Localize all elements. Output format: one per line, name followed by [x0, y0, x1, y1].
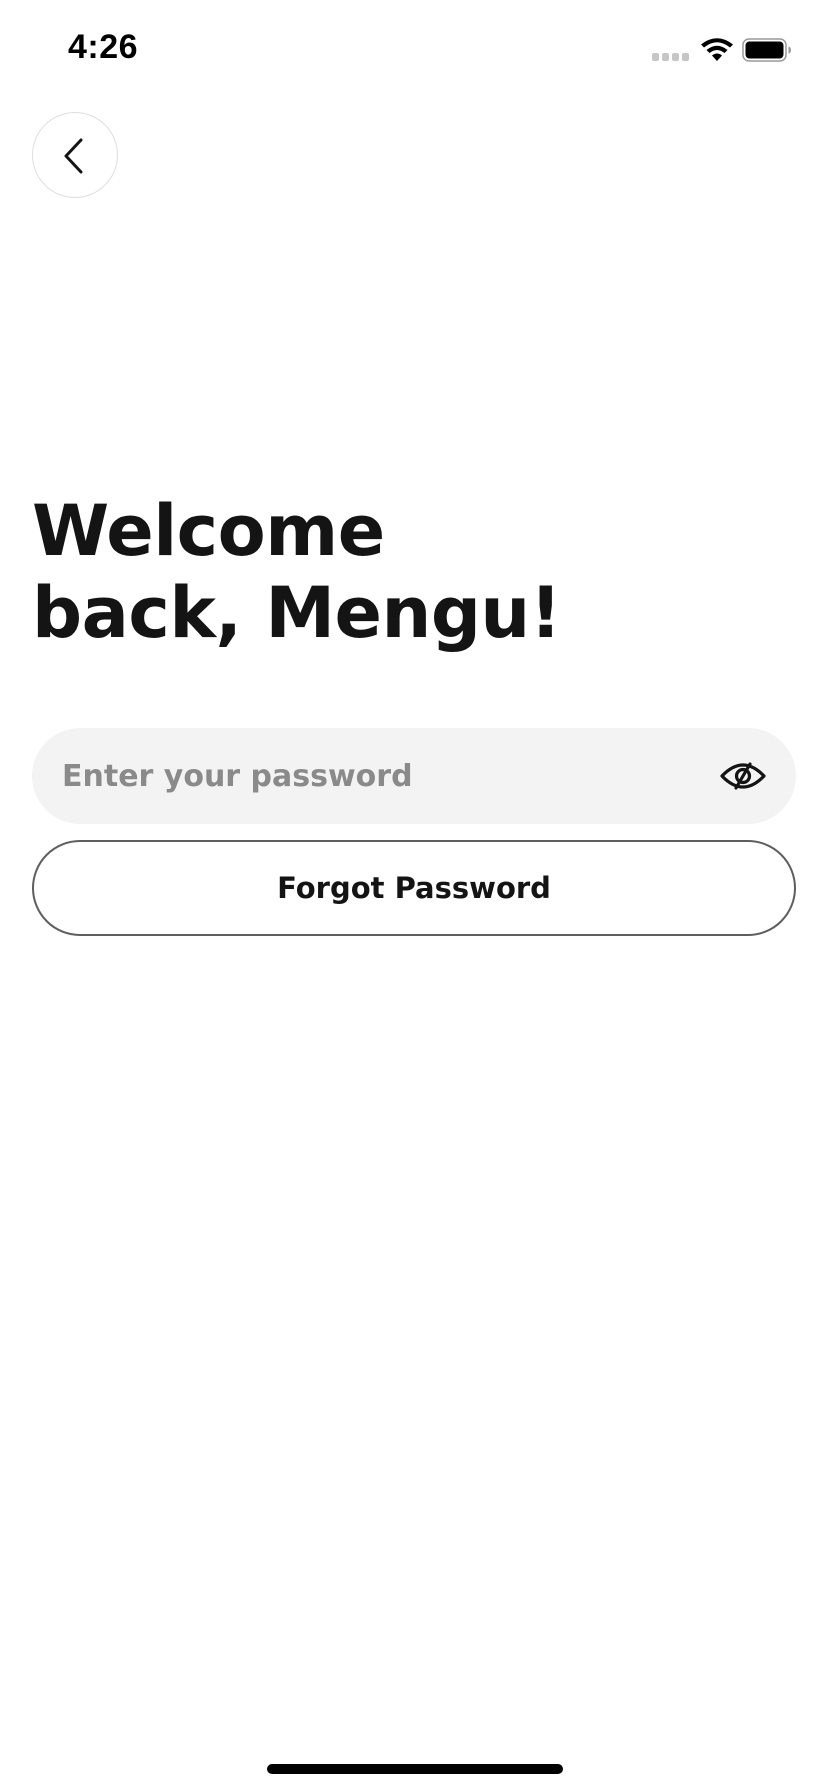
- password-input[interactable]: [62, 728, 702, 824]
- back-button[interactable]: [32, 112, 118, 198]
- cellular-signal-icon: [652, 53, 689, 61]
- battery-icon: [742, 38, 791, 62]
- password-field: [32, 728, 796, 824]
- forgot-password-button[interactable]: Forgot Password: [32, 840, 796, 936]
- status-bar: 4:26: [0, 0, 828, 100]
- page-title: Welcome back, Mengu!: [32, 490, 792, 654]
- page-title-line-1: Welcome: [32, 490, 385, 572]
- status-time: 4:26: [68, 28, 139, 66]
- home-indicator[interactable]: [267, 1764, 563, 1774]
- chevron-left-icon: [64, 138, 83, 174]
- page-title-line-2: back, Mengu!: [32, 572, 562, 654]
- eye-slash-icon[interactable]: [720, 756, 766, 796]
- wifi-icon: [701, 38, 733, 61]
